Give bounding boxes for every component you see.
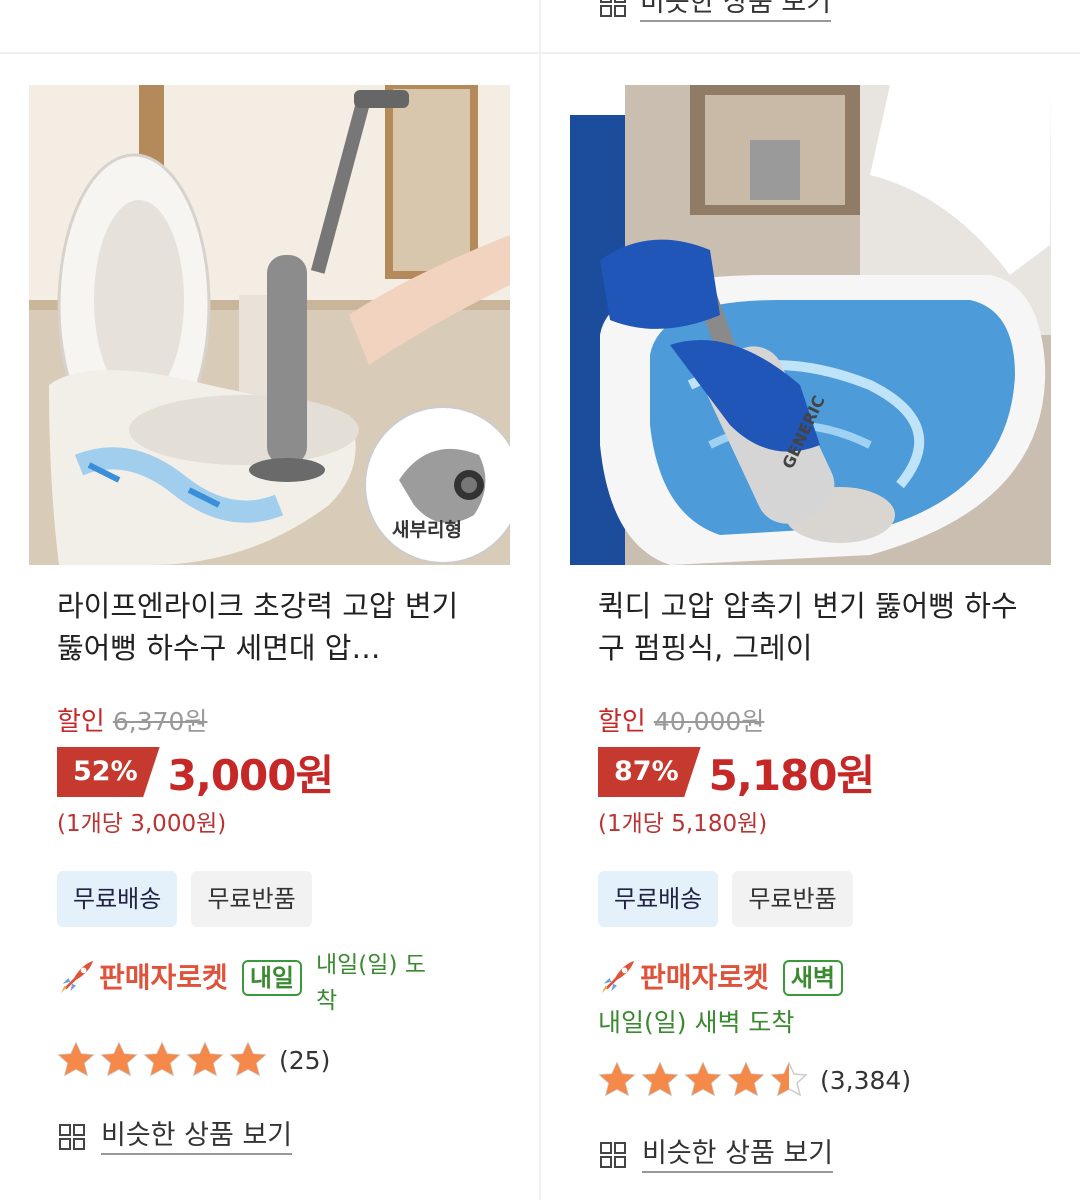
- star-full-icon: [641, 1061, 679, 1097]
- product-title-2[interactable]: 퀵디 고압 압축기 변기 뚫어뻥 하수구 펌핑식, 그레이: [570, 585, 1051, 669]
- discount-label-1: 할인: [57, 707, 105, 737]
- similar-label-2: 비슷한 상품 보기: [642, 1137, 834, 1173]
- product-photo-1: [29, 85, 510, 565]
- free-return-tag-1: 무료반품: [191, 871, 312, 927]
- arrival-text-2: 내일(일) 새벽 도착: [598, 1008, 795, 1037]
- discount-line-2: 할인 40,000원: [570, 701, 1051, 737]
- sale-price-1: 3,000원: [167, 750, 334, 800]
- product-card-1[interactable]: 새부리형 라이프엔라이크 초강력 고압 변기 뚫어뻥 하수구 세면대 압… 할인…: [29, 85, 510, 1155]
- unit-price-1: (1개당 3,000원): [57, 811, 227, 837]
- discount-percent-badge-2: 87%: [598, 747, 701, 797]
- discount-line-1: 할인 6,370원: [29, 701, 510, 737]
- sale-price-2: 5,180원: [708, 750, 875, 800]
- rocket-delivery-1: 판매자로켓 내일 내일(일) 도착: [29, 952, 510, 1019]
- rocket-icon: [601, 960, 635, 994]
- price-line-2: 87% 5,180원: [570, 743, 1051, 801]
- original-price-1: 6,370원: [112, 707, 208, 736]
- rocket-brand-2: 판매자로켓: [640, 961, 769, 994]
- price-line-1: 52% 3,000원: [29, 743, 510, 801]
- similar-link-1[interactable]: 비슷한 상품 보기: [29, 1119, 510, 1155]
- star-full-icon: [229, 1041, 267, 1077]
- rocket-badge-2: 새벽: [782, 960, 843, 996]
- rocket-brand-1: 판매자로켓: [99, 961, 228, 994]
- arrival-text-1: 내일(일) 도착: [315, 952, 426, 1014]
- rocket-delivery-2: 판매자로켓 새벽: [570, 955, 1051, 1001]
- star-rating-2: [598, 1061, 808, 1099]
- top-similar-label: 비슷한 상품 보기: [640, 0, 832, 22]
- star-full-icon: [143, 1041, 181, 1077]
- top-similar-link[interactable]: 비슷한 상품 보기: [598, 0, 832, 22]
- product-image-1[interactable]: 새부리형: [29, 85, 510, 565]
- product-image-2[interactable]: GENERIC: [570, 85, 1051, 565]
- free-shipping-tag-1: 무료배송: [57, 871, 178, 927]
- review-count-2: (3,384): [820, 1065, 912, 1095]
- tags-2: 무료배송 무료반품: [570, 871, 1051, 927]
- star-full-icon: [727, 1061, 765, 1097]
- rocket-icon: [60, 960, 94, 994]
- similar-label-1: 비슷한 상품 보기: [101, 1119, 293, 1155]
- product-card-2[interactable]: GENERIC 퀵디 고압 압축기 변기 뚫어뻥 하수구 펌핑식, 그레이 할인…: [570, 85, 1051, 1173]
- star-full-icon: [684, 1061, 722, 1097]
- product-photo-2: GENERIC: [570, 85, 1051, 565]
- row-divider: [0, 52, 1080, 54]
- similar-grid-icon: [59, 1124, 85, 1150]
- review-count-1: (25): [279, 1045, 331, 1075]
- similar-link-2[interactable]: 비슷한 상품 보기: [570, 1137, 1051, 1173]
- star-full-icon: [57, 1041, 95, 1077]
- discount-percent-badge-1: 52%: [57, 747, 160, 797]
- star-rating-1: [57, 1041, 267, 1079]
- rating-2[interactable]: (3,384): [570, 1061, 1051, 1099]
- rating-1[interactable]: (25): [29, 1041, 510, 1079]
- free-return-tag-2: 무료반품: [732, 871, 853, 927]
- star-full-icon: [598, 1061, 636, 1097]
- image-badge-1: 새부리형: [392, 519, 462, 541]
- star-half-icon: [770, 1061, 808, 1097]
- similar-grid-icon: [600, 0, 626, 17]
- star-full-icon: [186, 1041, 224, 1077]
- unit-price-2: (1개당 5,180원): [598, 811, 768, 837]
- tags-1: 무료배송 무료반품: [29, 871, 510, 927]
- star-full-icon: [100, 1041, 138, 1077]
- discount-label-2: 할인: [598, 707, 646, 737]
- original-price-2: 40,000원: [653, 707, 765, 736]
- similar-grid-icon: [600, 1142, 626, 1168]
- free-shipping-tag-2: 무료배송: [598, 871, 719, 927]
- product-title-1[interactable]: 라이프엔라이크 초강력 고압 변기 뚫어뻥 하수구 세면대 압…: [29, 585, 510, 669]
- rocket-badge-1: 내일: [241, 960, 302, 996]
- column-divider: [539, 0, 541, 1200]
